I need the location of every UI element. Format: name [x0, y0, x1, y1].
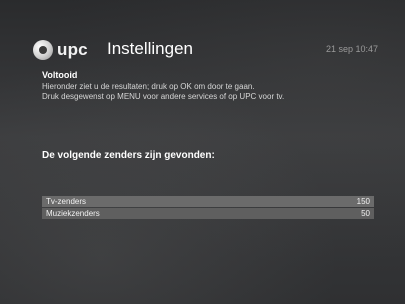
upc-logo-icon: [33, 40, 53, 60]
date-time: 21 sep 10:47: [325, 44, 378, 54]
result-label: Tv-zenders: [46, 197, 87, 206]
brand-name: upc: [57, 40, 88, 59]
result-count: 150: [356, 197, 370, 206]
status-message: Voltooid Hieronder ziet u de resultaten;…: [42, 70, 387, 102]
upc-logo: upc: [33, 40, 111, 60]
status-line-2: Druk desgewenst op MENU voor andere serv…: [42, 92, 285, 101]
result-row-music[interactable]: Muziekzenders 50: [42, 208, 374, 219]
status-line-1: Hieronder ziet u de resultaten; druk op …: [42, 82, 255, 91]
page-title: Instellingen: [107, 39, 194, 58]
header-bar: upc Instellingen 21 sep 10:47: [33, 38, 378, 62]
result-count: 50: [361, 209, 370, 218]
found-heading: De volgende zenders zijn gevonden:: [42, 150, 215, 161]
result-label: Muziekzenders: [46, 209, 100, 218]
result-row-tv[interactable]: Tv-zenders 150: [42, 196, 374, 207]
status-title: Voltooid: [42, 70, 78, 80]
results-list: Tv-zenders 150 Muziekzenders 50: [42, 196, 374, 220]
tv-screen: upc Instellingen 21 sep 10:47 Voltooid H…: [0, 0, 405, 304]
